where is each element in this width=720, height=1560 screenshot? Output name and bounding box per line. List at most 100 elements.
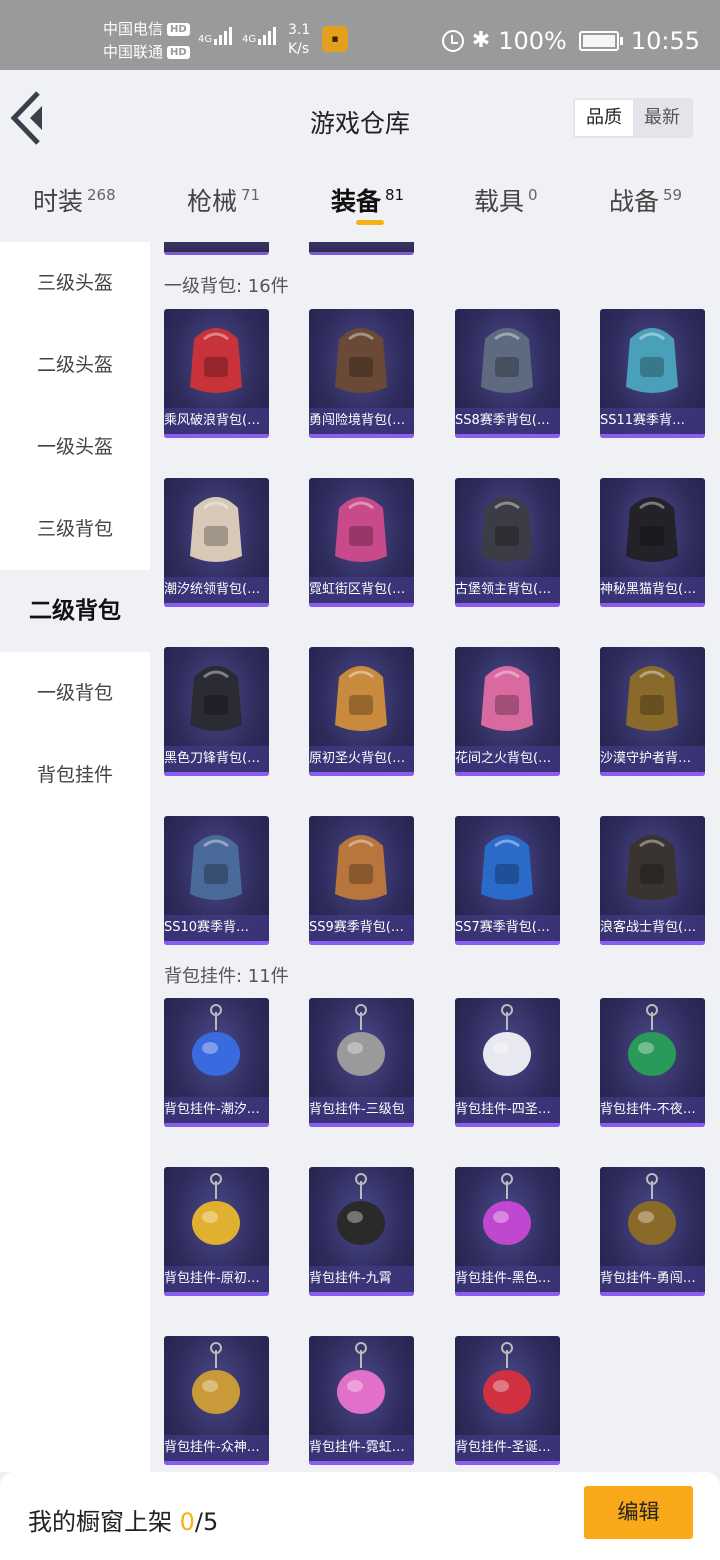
tab-count: 81 bbox=[385, 186, 405, 204]
rarity-bar bbox=[309, 434, 414, 438]
item-name: 背包挂件-原初… bbox=[164, 1266, 269, 1292]
status-right: ✱ 100% 10:55 bbox=[441, 26, 700, 56]
item-card[interactable]: 潮汐统领背包(… bbox=[164, 478, 269, 607]
sidebar-item-backpack-charm[interactable]: 背包挂件 bbox=[0, 734, 150, 816]
sort-quality-button[interactable]: 品质 bbox=[575, 100, 633, 136]
tab-equipment[interactable]: 装备 81 bbox=[331, 182, 404, 218]
section-title-backpack-1: 一级背包: 16件 bbox=[164, 276, 289, 297]
network-type: 4G bbox=[242, 34, 257, 45]
item-card[interactable]: 背包挂件-众神… bbox=[164, 1336, 269, 1465]
item-card[interactable]: 背包挂件-霓虹… bbox=[309, 1336, 414, 1465]
item-card[interactable]: 背包挂件-圣诞… bbox=[455, 1336, 560, 1465]
item-card[interactable]: 背包挂件-勇闯… bbox=[600, 1167, 705, 1296]
item-name: SS9赛季背包(… bbox=[309, 915, 414, 941]
battery-icon bbox=[578, 31, 623, 51]
partial-item-card[interactable] bbox=[164, 242, 269, 255]
showcase-status: 我的橱窗上架 0/5 bbox=[28, 1502, 218, 1537]
bluetooth-icon: ✱ bbox=[471, 28, 491, 53]
sidebar-item-helmet-3[interactable]: 三级头盔 bbox=[0, 242, 150, 324]
wing-gem-charm-icon bbox=[192, 1004, 240, 1076]
item-name: 潮汐统领背包(… bbox=[164, 577, 269, 603]
showcase-footer: 我的橱窗上架 0/5 编辑 bbox=[0, 1472, 720, 1560]
item-card[interactable]: SS7赛季背包(… bbox=[455, 816, 560, 945]
ss7-backpack-icon bbox=[481, 835, 533, 900]
item-card[interactable]: 乘风破浪背包(… bbox=[164, 309, 269, 438]
item-card[interactable]: 浪客战士背包(… bbox=[600, 816, 705, 945]
item-name: 背包挂件-潮汐… bbox=[164, 1097, 269, 1123]
sidebar-item-backpack-3[interactable]: 三级背包 bbox=[0, 488, 150, 570]
tab-supplies[interactable]: 战备 59 bbox=[609, 182, 682, 218]
ss11-backpack-icon bbox=[626, 328, 678, 393]
tab-label: 装备 bbox=[331, 187, 382, 216]
neon-backpack-icon bbox=[335, 497, 387, 562]
tab-label: 枪械 bbox=[187, 187, 238, 216]
heart-backpack-icon bbox=[190, 328, 242, 393]
battery-percent: 100% bbox=[498, 27, 567, 55]
alarm-icon bbox=[441, 30, 464, 52]
net-speed: 3.1 K/s bbox=[288, 21, 310, 59]
tab-fashion[interactable]: 时装 268 bbox=[33, 182, 116, 218]
sidebar-item-helmet-2[interactable]: 二级头盔 bbox=[0, 324, 150, 406]
partial-item-card[interactable] bbox=[309, 242, 414, 255]
item-card[interactable]: 背包挂件-原初… bbox=[164, 1167, 269, 1296]
edit-button[interactable]: 编辑 bbox=[584, 1486, 693, 1539]
item-card[interactable]: 霓虹街区背包(… bbox=[309, 478, 414, 607]
item-card[interactable]: SS10赛季背… bbox=[164, 816, 269, 945]
rarity-bar bbox=[164, 1461, 269, 1465]
ss9-backpack-icon bbox=[335, 835, 387, 900]
item-card[interactable]: SS9赛季背包(… bbox=[309, 816, 414, 945]
rarity-bar bbox=[309, 1461, 414, 1465]
rarity-bar bbox=[455, 941, 560, 945]
flame-backpack-icon bbox=[335, 666, 387, 731]
item-card[interactable]: 背包挂件-不夜… bbox=[600, 998, 705, 1127]
category-tabs: 时装 268 枪械 71 装备 81 载具 0 战备 59 bbox=[0, 170, 720, 242]
item-card[interactable]: 背包挂件-九霄 bbox=[309, 1167, 414, 1296]
carrier-1: 中国电信 bbox=[103, 20, 164, 38]
sort-newest-button[interactable]: 最新 bbox=[633, 100, 691, 136]
item-name: 浪客战士背包(… bbox=[600, 915, 705, 941]
showcase-total-count: /5 bbox=[194, 1508, 219, 1536]
medal-charm-icon bbox=[192, 1173, 240, 1245]
black-blade-backpack-icon bbox=[190, 666, 242, 731]
item-card[interactable]: 背包挂件-三级包 bbox=[309, 998, 414, 1127]
rarity-bar bbox=[164, 1292, 269, 1296]
showcase-current-count: 0 bbox=[179, 1508, 195, 1536]
item-card[interactable]: 沙漠守护者背… bbox=[600, 647, 705, 776]
rarity-bar bbox=[455, 1292, 560, 1296]
showcase-label: 我的橱窗上架 bbox=[28, 1508, 172, 1536]
item-card[interactable]: 背包挂件-黑色… bbox=[455, 1167, 560, 1296]
item-name: 乘风破浪背包(… bbox=[164, 408, 269, 434]
signal-icon: 4G bbox=[198, 27, 233, 45]
item-card[interactable]: 花间之火背包(… bbox=[455, 647, 560, 776]
neon-logo-charm-icon bbox=[483, 1173, 531, 1245]
sidebar-item-helmet-1[interactable]: 一级头盔 bbox=[0, 406, 150, 488]
rarity-bar bbox=[309, 772, 414, 776]
item-name: 黑色刀锋背包(… bbox=[164, 746, 269, 772]
item-card[interactable]: 神秘黑猫背包(… bbox=[600, 478, 705, 607]
item-card[interactable]: 古堡领主背包(… bbox=[455, 478, 560, 607]
sidebar: 三级头盔 二级头盔 一级头盔 三级背包 二级背包 一级背包 背包挂件 bbox=[0, 242, 150, 1472]
tab-vehicles[interactable]: 载具 0 bbox=[474, 182, 538, 218]
sidebar-item-backpack-2[interactable]: 二级背包 bbox=[0, 570, 150, 652]
active-tab-indicator bbox=[356, 220, 384, 225]
sidebar-item-backpack-1[interactable]: 一级背包 bbox=[0, 652, 150, 734]
item-card[interactable]: SS11赛季背… bbox=[600, 309, 705, 438]
rarity-bar bbox=[455, 1123, 560, 1127]
rarity-bar bbox=[309, 603, 414, 607]
net-speed-unit: K/s bbox=[288, 41, 310, 57]
rarity-bar bbox=[600, 941, 705, 945]
item-card[interactable]: 背包挂件-四圣… bbox=[455, 998, 560, 1127]
item-grid-area[interactable]: 一级背包: 16件 背包挂件: 11件 乘风破浪背包(… 勇闯险境背包(… SS8赛… bbox=[150, 242, 720, 1472]
hd-badge: HD bbox=[167, 46, 190, 59]
tab-count: 59 bbox=[663, 186, 683, 204]
item-card[interactable]: 黑色刀锋背包(… bbox=[164, 647, 269, 776]
tab-label: 时装 bbox=[33, 187, 84, 216]
item-card[interactable]: 背包挂件-潮汐… bbox=[164, 998, 269, 1127]
item-card[interactable]: SS8赛季背包(… bbox=[455, 309, 560, 438]
santa-hat-charm-icon bbox=[483, 1342, 531, 1414]
rarity-bar bbox=[455, 434, 560, 438]
item-card[interactable]: 原初圣火背包(… bbox=[309, 647, 414, 776]
item-card[interactable]: 勇闯险境背包(… bbox=[309, 309, 414, 438]
item-name: 霓虹街区背包(… bbox=[309, 577, 414, 603]
tab-guns[interactable]: 枪械 71 bbox=[187, 182, 260, 218]
